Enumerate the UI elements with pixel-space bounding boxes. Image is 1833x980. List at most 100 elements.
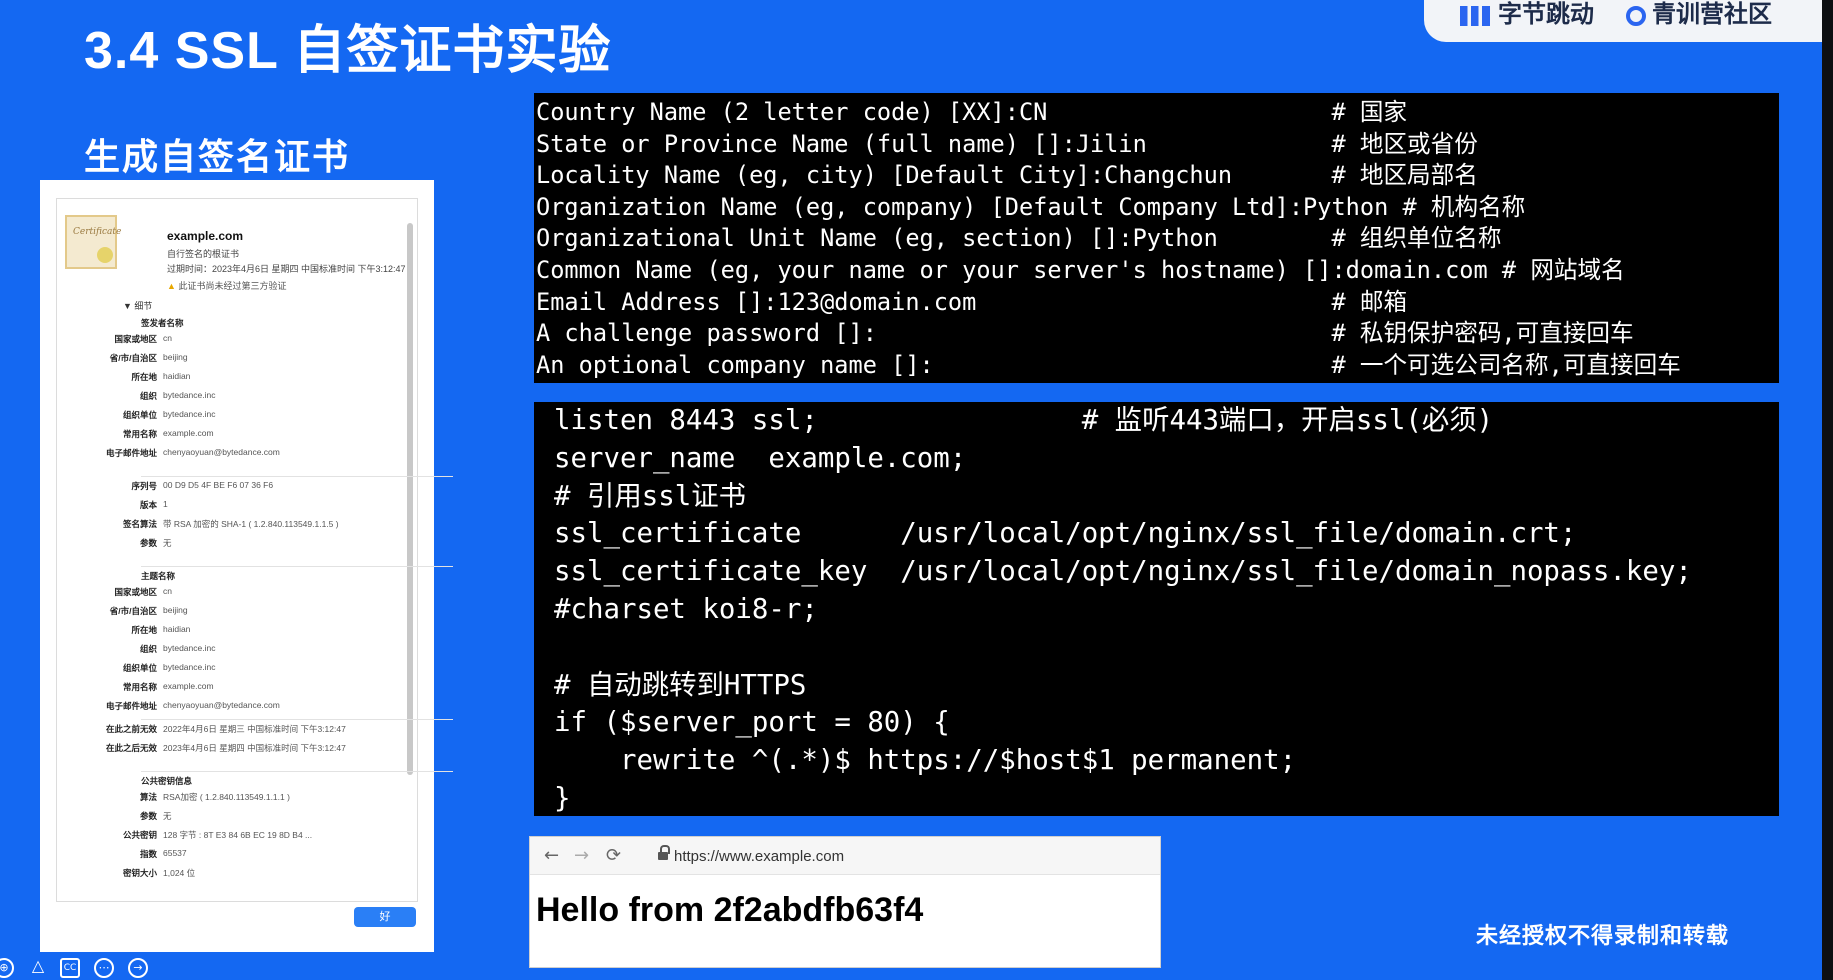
certificate-scrollbar[interactable] <box>407 223 413 775</box>
certificate-section-heading: 主题名称 <box>141 571 176 581</box>
nginx-config-line: server_name example.com; <box>554 442 967 474</box>
certificate-field-label: 在此之前无效 <box>105 724 157 734</box>
certificate-field-label: 所在地 <box>131 372 157 382</box>
zoom-icon[interactable]: ⊕ <box>0 958 14 978</box>
youth-camp-logo-text: 青训营社区 <box>1652 1 1772 28</box>
certificate-domain: example.com <box>167 229 244 243</box>
certificate-field-value: 00 D9 D5 4F BE F6 07 36 F6 <box>163 480 274 490</box>
certificate-field-value: 128 字节 : 8T E3 84 6B EC 19 8D B4 ... <box>163 830 313 840</box>
certificate-field-label: 版本 <box>139 500 157 510</box>
certificate-field-value: RSA加密 ( 1.2.840.113549.1.1.1 ) <box>163 792 290 802</box>
nginx-config-line <box>554 629 1692 667</box>
nginx-config-terminal: listen 8443 ssl; # 监听443端口，开启ssl(必须) serv… <box>534 402 1779 816</box>
certificate-field-label: 组织 <box>139 391 157 401</box>
nginx-config-line: ssl_certificate /usr/local/opt/nginx/ssl… <box>554 518 1577 550</box>
slide-subtitle: 生成自签名证书 <box>84 136 351 177</box>
certificate-field-label: 常用名称 <box>122 682 157 692</box>
bytedance-logo-icon <box>1460 5 1490 26</box>
openssl-terminal-line: Organization Name (eg, company) [Default… <box>536 192 1526 221</box>
certificate-field-value: cn <box>163 333 172 343</box>
certificate-divider <box>141 771 453 772</box>
browser-window: ← → ⟳ https://www.example.com Hello from… <box>529 836 1161 968</box>
window-edge <box>1822 0 1833 980</box>
nginx-config-line: ssl_certificate_key /usr/local/opt/nginx… <box>554 556 1692 588</box>
certificate-field-label: 公共密钥 <box>122 830 157 840</box>
certificate-field-label: 常用名称 <box>122 429 157 439</box>
back-arrow-icon[interactable]: ← <box>544 845 559 866</box>
certificate-field-value: chenyaoyuan@bytedance.com <box>163 447 280 457</box>
certificate-field-label: 签名算法 <box>122 519 157 529</box>
browser-toolbar: ← → ⟳ https://www.example.com <box>530 837 1160 875</box>
certificate-field-label: 省/市/自治区 <box>109 353 157 363</box>
nginx-config-line: rewrite ^(.*)$ https://$host$1 permanent… <box>554 745 1297 777</box>
certificate-expiry: 过期时间：2023年4月6日 星期四 中国标准时间 下午3:12:47 <box>167 264 406 274</box>
youth-camp-logo-icon <box>1626 5 1646 26</box>
slide-canvas: 3.4 SSL 自签证书实验 生成自签名证书 字节跳动 青训营社区 Certif… <box>0 0 1822 980</box>
certificate-field-label: 国家或地区 <box>114 587 157 597</box>
openssl-terminal-line: An optional company name []: # 一个可选公司名称,… <box>536 350 1681 379</box>
certificate-divider <box>141 476 453 477</box>
certificate-field-value: 2023年4月6日 星期四 中国标准时间 下午3:12:47 <box>163 743 346 753</box>
forward-arrow-icon[interactable]: → <box>574 845 589 866</box>
certificate-type: 自行签名的根证书 <box>167 249 240 259</box>
pointer-icon[interactable]: △ <box>28 958 48 978</box>
openssl-terminal-line: A challenge password []: # 私钥保护密码,可直接回车 <box>536 319 1634 348</box>
certificate-viewer: Certificate example.com 自行签名的根证书 过期时间：20… <box>40 180 453 952</box>
certificate-field-value: 65537 <box>163 848 187 858</box>
next-icon[interactable]: → <box>128 958 148 978</box>
watermark-text: 未经授权不得录制和转载 <box>1476 923 1730 948</box>
warning-icon: ▲ <box>167 281 176 291</box>
certificate-field-value: bytedance.inc <box>163 662 216 672</box>
certificate-field-label: 组织单位 <box>122 663 157 673</box>
nginx-config-line: listen 8443 ssl; # 监听443端口，开启ssl(必须) <box>554 405 1494 436</box>
slide-title: 3.4 SSL 自签证书实验 <box>84 22 612 80</box>
certificate-field-label: 电子邮件地址 <box>105 701 157 711</box>
certificate-field-label: 组织单位 <box>122 410 157 420</box>
certificate-field-label: 在此之后无效 <box>105 743 157 753</box>
certificate-field-label: 组织 <box>139 644 157 654</box>
openssl-terminal-line: Country Name (2 letter code) [XX]:CN # 国… <box>536 98 1408 126</box>
certificate-field-value: 2022年4月6日 星期三 中国标准时间 下午3:12:47 <box>163 724 346 734</box>
certificate-field-label: 序列号 <box>131 481 157 491</box>
details-toggle[interactable]: ▼ 细节 <box>123 299 152 312</box>
certificate-field-value: haidian <box>163 371 191 381</box>
ok-button[interactable]: 好 <box>354 907 416 927</box>
certificate-field-value: bytedance.inc <box>163 643 216 653</box>
certificate-field-label: 参数 <box>139 538 157 548</box>
nginx-config-line: if ($server_port = 80) { <box>554 707 950 739</box>
certificate-field-value: 带 RSA 加密的 SHA-1 ( 1.2.840.113549.1.1.5 ) <box>163 519 339 529</box>
page-body-text: Hello from 2f2abdfb63f4 <box>536 891 924 929</box>
certificate-field-value: cn <box>163 586 172 596</box>
bytedance-logo: 字节跳动 <box>1460 0 1594 29</box>
brand-logo-bar: 字节跳动 青训营社区 <box>1424 0 1822 42</box>
openssl-terminal-line: Organizational Unit Name (eg, section) [… <box>536 224 1502 253</box>
certificate-field-value: 无 <box>163 811 172 821</box>
more-icon[interactable]: ⋯ <box>94 958 114 978</box>
captions-icon[interactable]: CC <box>60 958 80 978</box>
reload-icon[interactable]: ⟳ <box>606 845 621 866</box>
certificate-field-value: beijing <box>163 605 188 615</box>
certificate-section-heading: 公共密钥信息 <box>141 776 193 786</box>
certificate-field-value: 无 <box>163 538 172 548</box>
certificate-field-label: 省/市/自治区 <box>109 606 157 616</box>
certificate-field-value: bytedance.inc <box>163 390 216 400</box>
lock-icon <box>658 845 670 862</box>
openssl-terminal-line: Email Address []:123@domain.com # 邮箱 <box>536 287 1408 316</box>
nginx-config-text: listen 8443 ssl; # 监听443端口，开启ssl(必须) serv… <box>554 402 1692 818</box>
nginx-config-line: # 自动跳转到HTTPS <box>554 669 807 701</box>
certificate-field-label: 参数 <box>139 811 157 821</box>
certificate-field-value: chenyaoyuan@bytedance.com <box>163 700 280 710</box>
certificate-field-value: 1 <box>163 499 168 509</box>
certificate-field-value: haidian <box>163 624 191 634</box>
certificate-section-heading: 签发者名称 <box>141 318 184 328</box>
certificate-details-panel: Certificate example.com 自行签名的根证书 过期时间：20… <box>56 198 453 902</box>
certificate-warning: ▲ 此证书尚未经过第三方验证 <box>167 281 287 291</box>
certificate-divider <box>141 719 453 720</box>
bytedance-logo-text: 字节跳动 <box>1498 1 1594 28</box>
certificate-field-value: example.com <box>163 681 214 691</box>
address-bar[interactable]: https://www.example.com <box>674 848 844 865</box>
nginx-config-line: #charset koi8-r; <box>554 593 818 625</box>
certificate-field-label: 密钥大小 <box>122 868 157 878</box>
certificate-field-label: 算法 <box>139 792 157 802</box>
certificate-field-label: 指数 <box>139 849 157 859</box>
